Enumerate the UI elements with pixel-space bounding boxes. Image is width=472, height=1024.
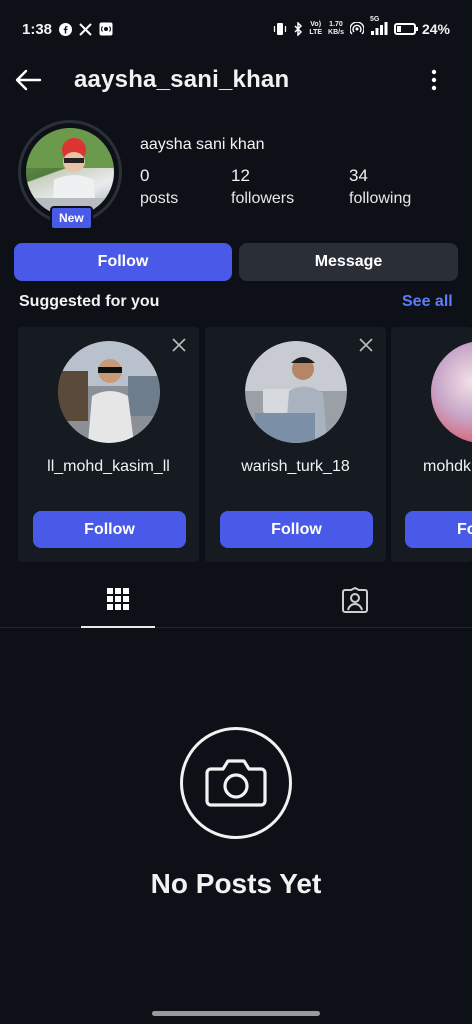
message-button[interactable]: Message: [239, 243, 458, 281]
following-label: following: [349, 190, 412, 207]
content-tabs: [0, 572, 472, 628]
home-indicator[interactable]: [152, 1011, 320, 1016]
more-options-icon[interactable]: [424, 68, 444, 92]
suggested-title: Suggested for you: [19, 293, 160, 310]
radio-icon: [99, 22, 113, 36]
battery-percent: 24%: [421, 21, 450, 37]
followers-count: 12: [231, 166, 250, 185]
avatar-image: [26, 128, 114, 216]
suggestion-username[interactable]: mohdk: [423, 458, 471, 476]
suggestion-follow-button[interactable]: Follow: [33, 511, 186, 548]
vibrate-icon: [274, 23, 287, 35]
see-all-link[interactable]: See all: [402, 293, 453, 311]
display-name: aaysha sani khan: [140, 136, 265, 153]
status-bar: 1:38 Vo) LTE 1.70 KB/s 5G 24%: [0, 0, 472, 58]
volte-indicator: Vo) LTE: [309, 21, 323, 36]
suggestion-avatar[interactable]: [431, 341, 472, 443]
close-icon[interactable]: [358, 337, 374, 353]
suggestion-avatar[interactable]: [245, 341, 347, 443]
tagged-person-icon: [342, 587, 368, 613]
follow-button[interactable]: Follow: [14, 243, 232, 281]
suggestion-follow-button[interactable]: Fo: [405, 511, 472, 548]
tab-tagged[interactable]: [318, 572, 392, 628]
posts-count: 0: [140, 166, 150, 185]
x-icon: [79, 22, 92, 36]
signal-icon: 5G: [370, 16, 388, 38]
facebook-icon: [59, 22, 73, 36]
followers-label: followers: [231, 190, 295, 207]
profile-avatar[interactable]: New: [18, 120, 122, 230]
profile-username: aaysha_sani_khan: [74, 66, 290, 93]
no-posts-text: No Posts Yet: [150, 868, 322, 899]
following-stat[interactable]: 34 following: [349, 166, 411, 208]
hotspot-icon: [349, 22, 364, 35]
back-arrow-icon[interactable]: [14, 68, 42, 92]
posts-label: posts: [140, 190, 179, 207]
camera-icon: [205, 759, 267, 807]
suggestion-card[interactable]: mohdk Fo: [391, 327, 472, 562]
battery-icon: [393, 23, 418, 35]
suggestion-card[interactable]: ll_mohd_kasim_ll Follow: [18, 327, 199, 562]
suggestion-username[interactable]: ll_mohd_kasim_ll: [18, 458, 199, 476]
new-badge: New: [50, 206, 93, 230]
status-time: 1:38: [22, 20, 53, 38]
suggestion-avatar[interactable]: [58, 341, 160, 443]
close-icon[interactable]: [171, 337, 187, 353]
following-count: 34: [349, 166, 368, 185]
camera-empty-state: [180, 727, 292, 839]
network-speed: 1.70 KB/s: [328, 21, 344, 36]
bluetooth-icon: [294, 22, 303, 36]
followers-stat[interactable]: 12 followers: [231, 166, 294, 208]
tab-posts-grid[interactable]: [81, 572, 155, 628]
profile-header: aaysha_sani_khan: [0, 58, 472, 104]
suggestion-follow-button[interactable]: Follow: [220, 511, 373, 548]
suggestion-card[interactable]: warish_turk_18 Follow: [205, 327, 386, 562]
posts-stat: 0 posts: [140, 166, 178, 208]
grid-icon: [107, 588, 129, 610]
suggestion-username[interactable]: warish_turk_18: [205, 458, 386, 476]
